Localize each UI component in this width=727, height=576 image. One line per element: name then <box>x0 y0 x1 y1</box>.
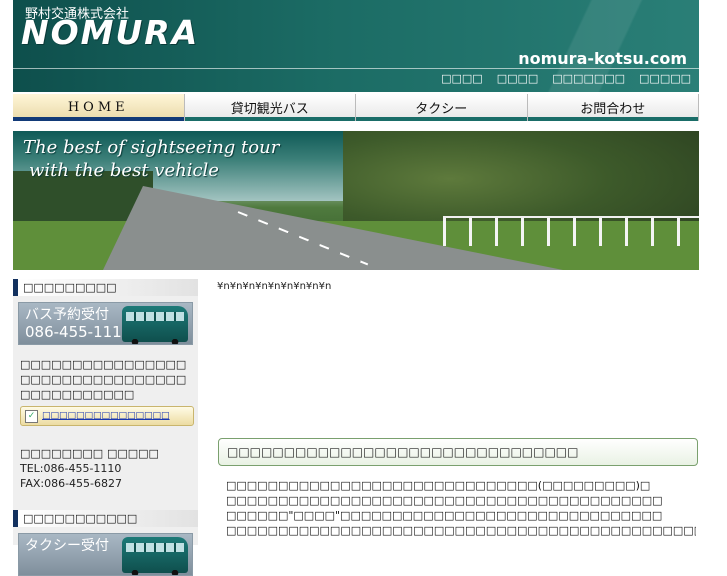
header-divider <box>13 68 699 69</box>
sidebar-heading-taxi: □□□□□□□□□□□ <box>13 510 198 527</box>
hero-banner: The best of sightseeing tour with the be… <box>13 131 699 270</box>
tab-home[interactable]: HOME <box>13 94 185 121</box>
header-link-2[interactable]: □□□□ <box>497 72 539 85</box>
site-logo[interactable]: NOMURA <box>21 13 199 52</box>
paragraph-line: □□□□□□□□□□□□□□□□□□□□□□□□□□□□□□□□□□□□□□□□… <box>226 524 696 537</box>
sidebar-description: □□□□□□□□□□□□□□□□□□□□□□□□□□□□□□□□□□□□□□□□… <box>20 358 187 401</box>
tab-contact[interactable]: お問合わせ <box>527 94 699 121</box>
intro-paragraph: □□□□□□□□□□□□□□□□□□□□□□□□□□□□□□(□□□□□□□□□… <box>226 478 696 538</box>
sidebar: □□□□□□□□□ バス予約受付 086-455-1110 □□□□□□□□□□… <box>13 279 198 576</box>
site-url: nomura-kotsu.com <box>518 49 687 68</box>
main-content: ¥n¥n¥n¥n¥n¥n¥n¥n¥n □□□□□□□□□□□□□□□□□□□□□… <box>217 279 699 545</box>
checkbox-icon: ✓ <box>25 409 38 423</box>
escape-text: ¥n¥n¥n¥n¥n¥n¥n¥n¥n <box>217 281 332 292</box>
site-header: 野村交通株式会社 NOMURA nomura-kotsu.com □□□□ □□… <box>13 0 699 92</box>
sidebar-fax: FAX:086-455-6827 <box>20 477 123 490</box>
header-link-3[interactable]: □□□□□□□ <box>552 72 625 85</box>
main-nav: HOME 貸切観光バス タクシー お問合わせ <box>13 94 699 121</box>
sidebar-heading-bus: □□□□□□□□□ <box>13 279 198 296</box>
tab-taxi[interactable]: タクシー <box>356 94 528 121</box>
banner-tagline-1: The best of sightseeing tour <box>23 137 280 158</box>
banner-tagline-2: with the best vehicle <box>29 160 219 181</box>
bus-reservation-banner[interactable]: バス予約受付 086-455-1110 <box>18 302 193 345</box>
sidebar-company: □□□□□□□□ □□□□□ <box>20 447 159 460</box>
taxi-reservation-banner[interactable]: タクシー受付 <box>18 533 193 576</box>
sidebar-tel: TEL:086-455-1110 <box>20 462 122 475</box>
header-link-1[interactable]: □□□□ <box>441 72 483 85</box>
sidebar-link-button[interactable]: ✓ □□□□□□□□□□□□□□□ <box>20 406 194 426</box>
paragraph-line: □□□□□□"□□□□"□□□□□□□□□□□□□□□□□□□□□□□□□□□□… <box>226 509 663 522</box>
header-link-4[interactable]: □□□□□ <box>639 72 691 85</box>
sidebar-link-label[interactable]: □□□□□□□□□□□□□□□ <box>42 411 170 421</box>
bus-reservation-phone: 086-455-1110 <box>25 323 132 341</box>
banner-fence <box>443 216 699 246</box>
header-links: □□□□ □□□□ □□□□□□□ □□□□□ <box>441 72 691 85</box>
bus-reservation-label: バス予約受付 <box>25 307 109 323</box>
taxi-reservation-label: タクシー受付 <box>25 538 109 554</box>
tab-charter-bus[interactable]: 貸切観光バス <box>184 94 356 121</box>
section-title: □□□□□□□□□□□□□□□□□□□□□□□□□□□□□□□ <box>218 438 698 466</box>
bus-icon <box>122 306 188 344</box>
taxi-icon <box>122 537 188 575</box>
paragraph-line: □□□□□□□□□□□□□□□□□□□□□□□□□□□□□□(□□□□□□□□□… <box>226 479 651 492</box>
paragraph-line: □□□□□□□□□□□□□□□□□□□□□□□□□□□□□□□□□□□□□□□□… <box>226 494 663 507</box>
